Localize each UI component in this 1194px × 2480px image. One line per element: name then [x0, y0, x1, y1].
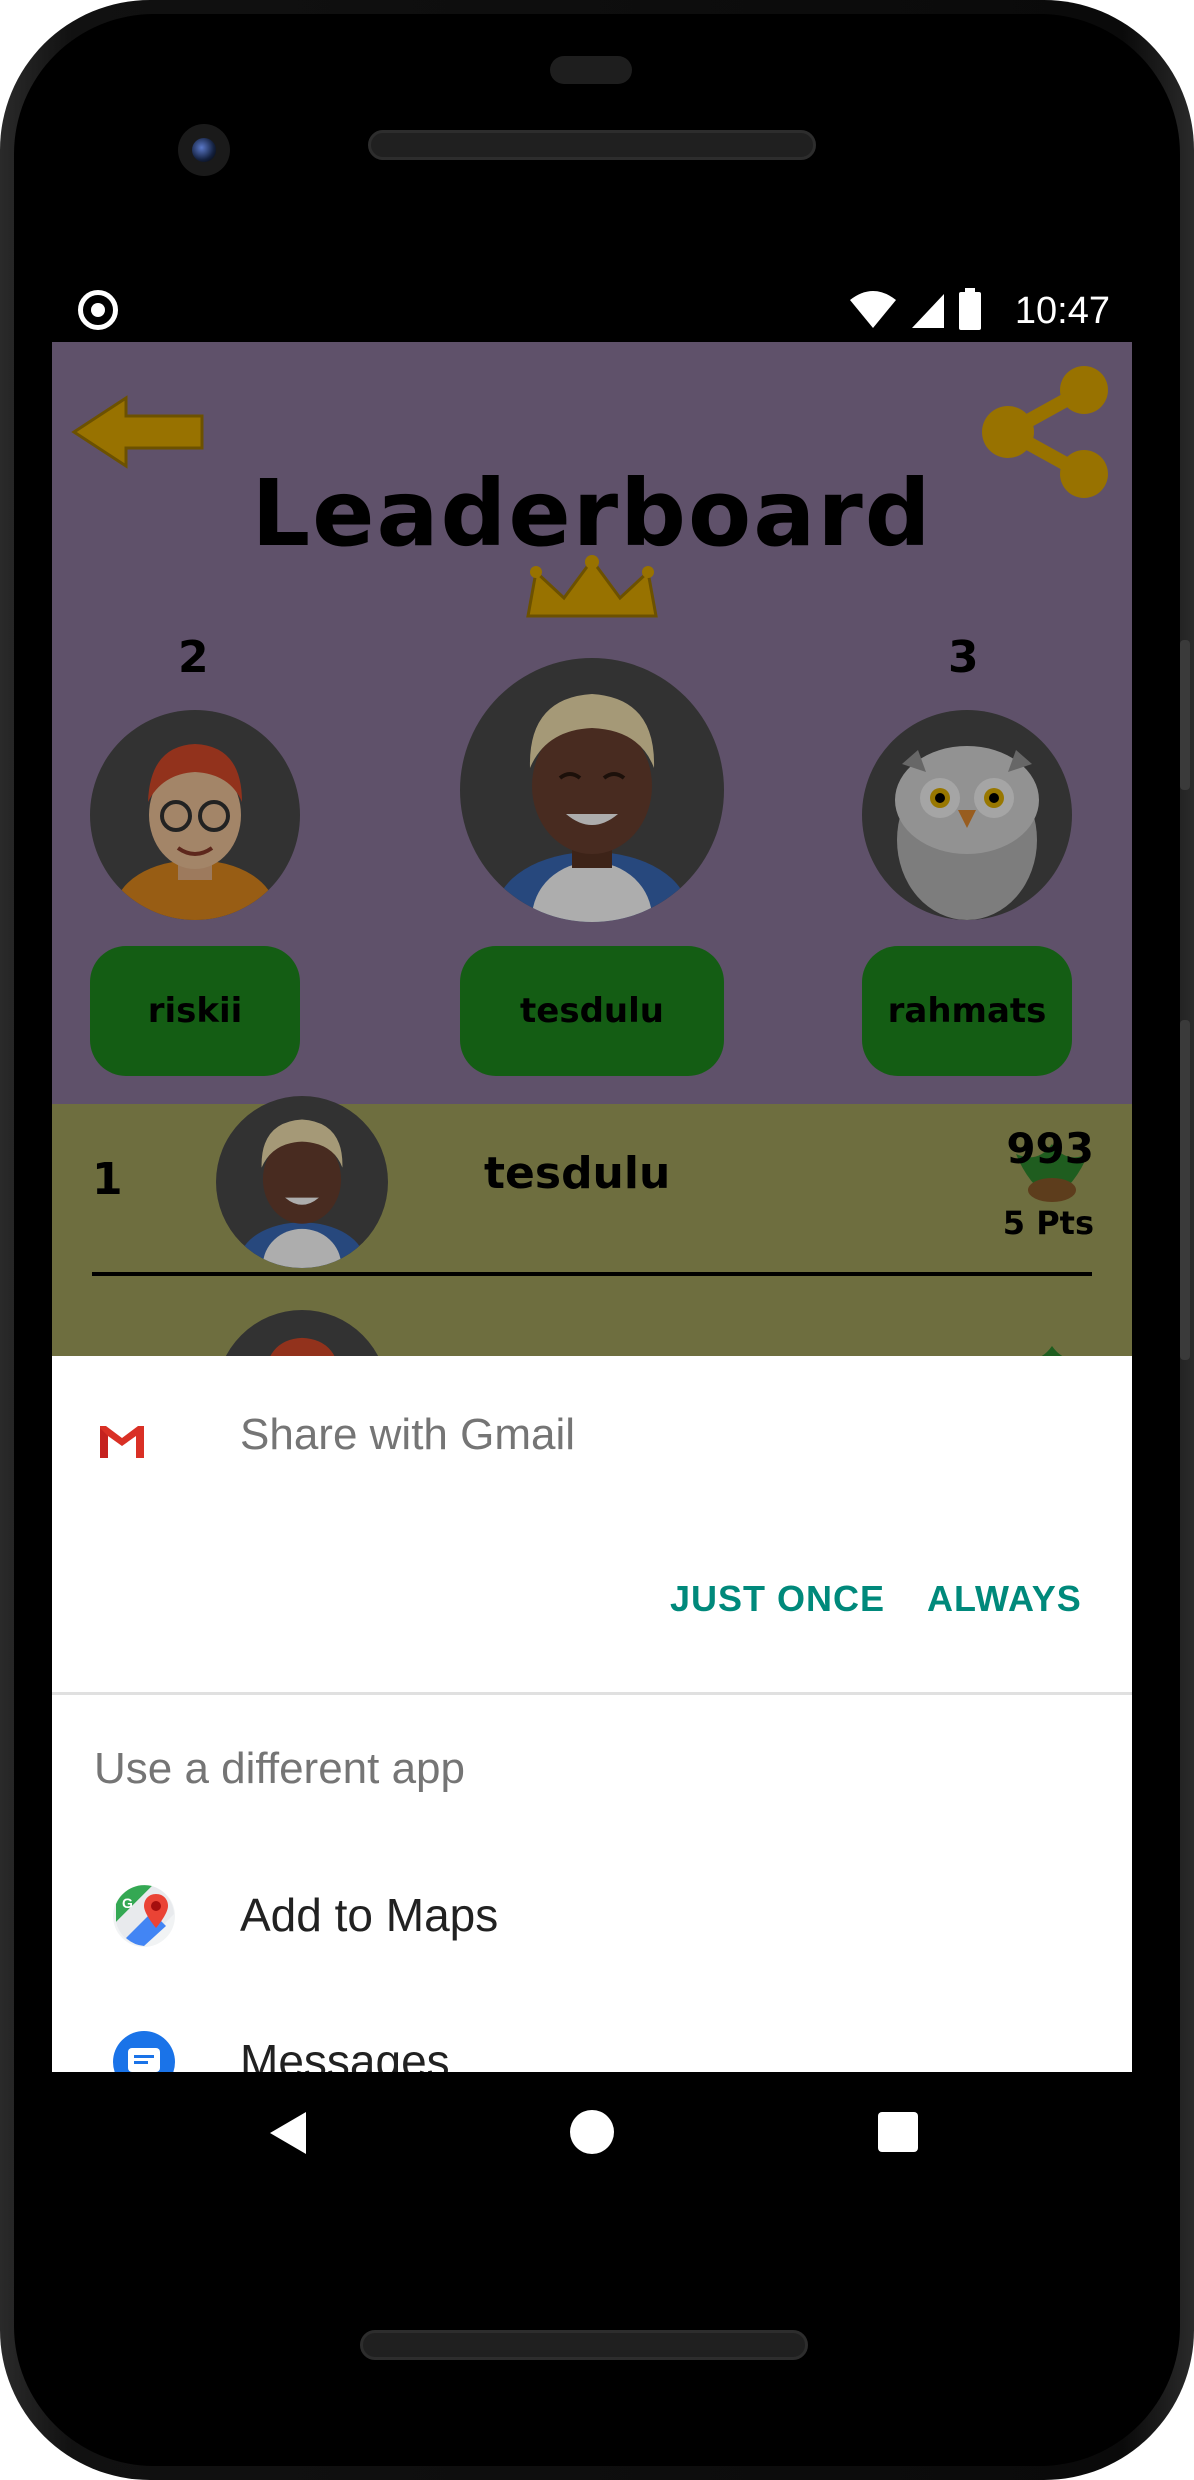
- recording-icon: [78, 290, 118, 330]
- sheet-divider: [52, 1692, 1132, 1695]
- bottom-speaker-grille: [360, 2330, 808, 2360]
- front-camera: [178, 124, 230, 176]
- gmail-icon: [98, 1422, 146, 1465]
- maps-icon: G: [112, 1884, 176, 1953]
- section-title: Use a different app: [94, 1744, 465, 1793]
- just-once-button[interactable]: JUST ONCE: [670, 1578, 885, 1620]
- power-button: [1180, 640, 1190, 790]
- signal-icon: [912, 294, 944, 328]
- battery-icon: [959, 288, 981, 330]
- svg-text:G: G: [122, 1895, 133, 1911]
- app-option-maps[interactable]: Add to Maps: [240, 1888, 498, 1942]
- status-bar: 10:47: [52, 282, 1132, 342]
- navigation-bar: [52, 2072, 1132, 2204]
- nav-recents-icon[interactable]: [878, 2112, 918, 2152]
- top-speaker-grille: [368, 130, 816, 160]
- status-time: 10:47: [1014, 290, 1110, 332]
- share-with-gmail-label[interactable]: Share with Gmail: [240, 1410, 575, 1460]
- nav-back-icon[interactable]: [268, 2110, 308, 2156]
- app-option-messages[interactable]: Messages: [240, 2034, 450, 2072]
- app-screen: Leaderboard 2 riskii tesdulu 3 rahmats 1…: [52, 342, 1132, 2072]
- wifi-icon: [850, 291, 896, 328]
- camera-lens: [192, 138, 216, 162]
- messages-icon: [112, 2030, 176, 2072]
- volume-button: [1180, 1020, 1190, 1360]
- nav-home-icon[interactable]: [570, 2110, 614, 2154]
- status-icons: [848, 288, 982, 330]
- always-button[interactable]: ALWAYS: [927, 1578, 1082, 1620]
- earpiece: [550, 56, 632, 84]
- share-sheet: Share with Gmail JUST ONCE ALWAYS Use a …: [52, 1356, 1132, 2072]
